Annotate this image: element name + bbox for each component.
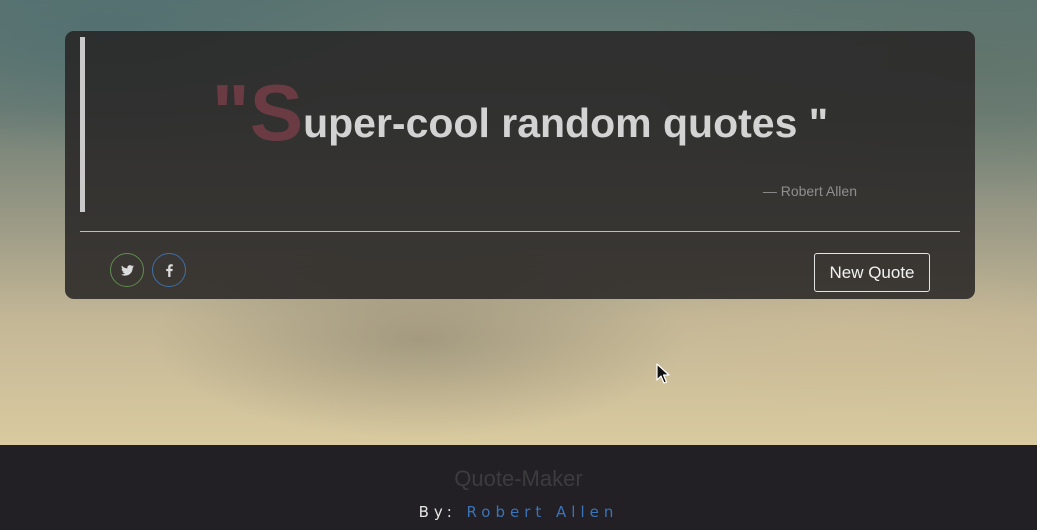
tweet-quote-button[interactable] <box>110 253 144 287</box>
twitter-icon <box>120 264 134 276</box>
mouse-cursor-icon <box>656 363 670 384</box>
new-quote-button[interactable]: New Quote <box>814 253 930 292</box>
facebook-icon <box>165 263 173 277</box>
footer-byline: By: Robert Allen <box>0 503 1037 521</box>
quote-open-mark: " <box>211 68 250 157</box>
share-facebook-button[interactable] <box>152 253 186 287</box>
author-link[interactable]: Robert Allen <box>467 503 619 521</box>
quote-drop-letter: S <box>249 68 304 157</box>
card-divider <box>80 231 960 232</box>
quote-text-block: "Super-cool random quotes " <box>65 67 975 159</box>
footer-app-title: Quote-Maker <box>454 466 583 491</box>
quote-text: uper-cool random quotes " <box>303 100 829 146</box>
byline-label: By: <box>418 503 457 521</box>
page-footer: Quote-Maker By: Robert Allen <box>0 445 1037 530</box>
quote-author: — Robert Allen <box>762 183 857 199</box>
quote-card: "Super-cool random quotes " — Robert All… <box>65 31 975 299</box>
